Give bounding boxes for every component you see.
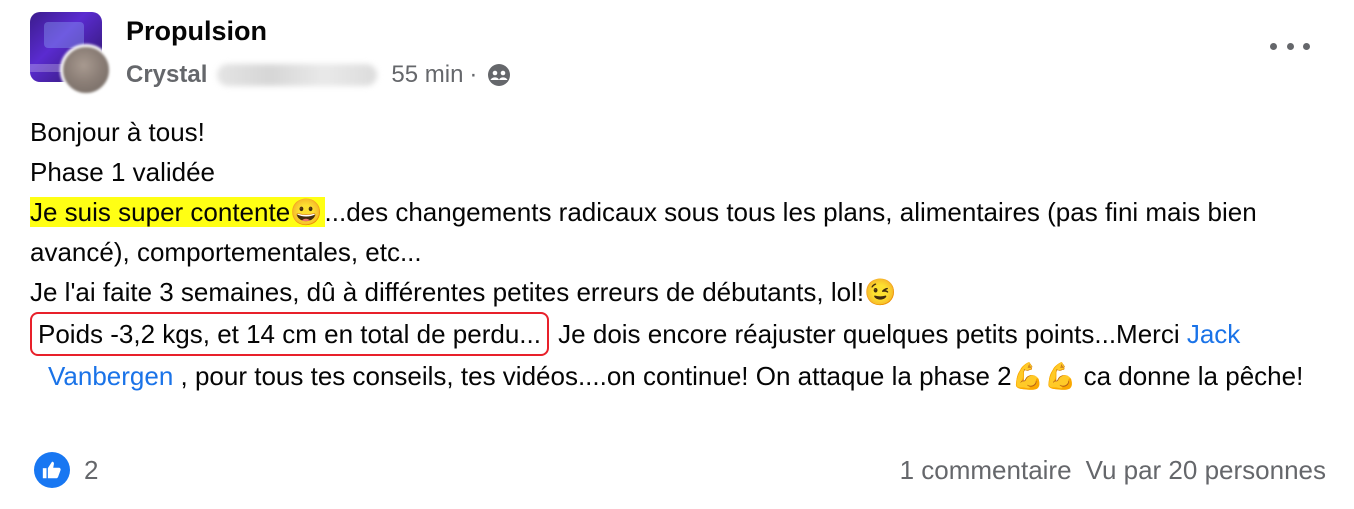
post-line: Bonjour à tous!	[30, 117, 205, 147]
blurred-author-suffix	[217, 64, 378, 86]
view-count[interactable]: Vu par 20 personnes	[1086, 455, 1326, 486]
group-name[interactable]: Propulsion	[126, 16, 267, 47]
more-dot	[1270, 42, 1277, 50]
post-text-segment: , pour tous tes conseils, tes vidéos....…	[173, 361, 1304, 391]
more-dot	[1286, 42, 1294, 50]
post-header: Propulsion Crystal 55 min ·	[30, 12, 1330, 96]
post-line: Je l'ai faite 3 semaines, dû à différent…	[30, 277, 897, 307]
post-paragraph: Poids -3,2 kgs, et 14 cm en total de per…	[30, 312, 1330, 396]
boxed-text: Poids -3,2 kgs, et 14 cm en total de per…	[30, 312, 549, 356]
reaction-count[interactable]: 2	[84, 455, 98, 486]
comment-count-link[interactable]: 1 commentaire	[900, 455, 1072, 486]
post-text: Bonjour à tous! Phase 1 validée Je suis …	[30, 112, 1330, 396]
highlighted-text: Je suis super contente😀	[30, 197, 325, 227]
post-text-segment: Je dois encore réajuster quelques petits…	[550, 319, 1187, 349]
author-name[interactable]: Crystal	[126, 61, 207, 89]
more-dot	[1303, 42, 1310, 50]
group-members-icon[interactable]	[487, 63, 511, 87]
post-paragraph: Je suis super contente😀...des changement…	[30, 192, 1330, 272]
post-line: Phase 1 validée	[30, 157, 216, 187]
post-footer: 2 1 commentaire Vu par 20 personnes	[30, 444, 1326, 496]
thumbs-up-icon[interactable]	[34, 452, 70, 488]
post-meta: Crystal 55 min ·	[126, 60, 511, 90]
user-avatar[interactable]	[60, 44, 112, 96]
post-time[interactable]: 55 min	[391, 61, 463, 89]
meta-separator: ·	[469, 61, 478, 88]
avatar-stack[interactable]	[30, 12, 112, 96]
more-options-icon[interactable]	[1270, 38, 1310, 54]
